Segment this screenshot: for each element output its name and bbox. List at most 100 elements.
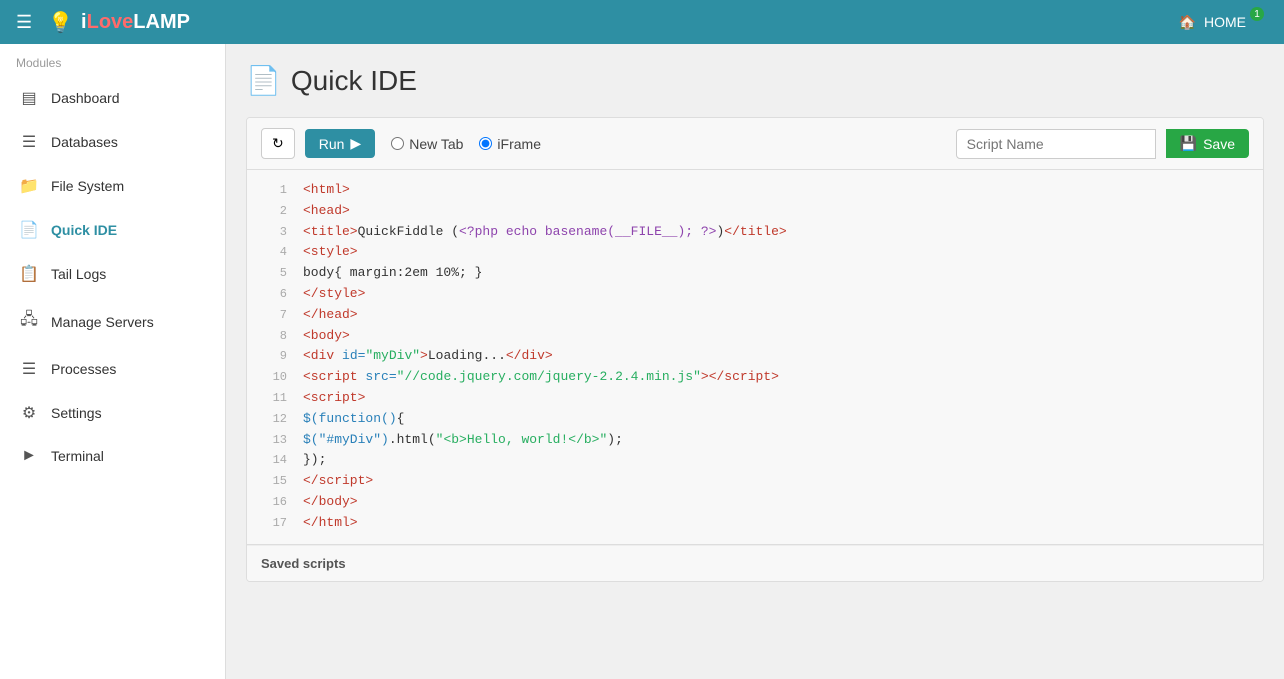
run-button[interactable]: Run ▶ — [305, 129, 375, 158]
home-icon: 🏠 — [1179, 14, 1196, 31]
code-content: </head> — [303, 305, 358, 326]
new-tab-option[interactable]: New Tab — [391, 136, 463, 152]
code-line: 14 }); — [247, 450, 1263, 471]
sidebar-item-manageservers[interactable]: 🖧 Manage Servers — [0, 296, 225, 347]
line-number: 17 — [257, 514, 287, 533]
line-number: 4 — [257, 243, 287, 262]
line-number: 6 — [257, 285, 287, 304]
sidebar-item-processes[interactable]: ☰ Processes — [0, 347, 225, 391]
sidebar-section-label: Modules — [0, 44, 225, 76]
line-number: 2 — [257, 202, 287, 221]
sidebar-item-taillogs[interactable]: 📋 Tail Logs — [0, 252, 225, 296]
iframe-label: iFrame — [497, 136, 541, 152]
iframe-radio[interactable] — [479, 137, 492, 150]
content-area: 📄 Quick IDE ↻ Run ▶ New Tab — [226, 44, 1284, 679]
saved-scripts-bar: Saved scripts — [247, 545, 1263, 581]
code-line: 2 <head> — [247, 201, 1263, 222]
code-content: </style> — [303, 284, 365, 305]
brand-logo: 💡 iLoveLAMP — [48, 10, 190, 35]
sidebar-item-dashboard[interactable]: ▤ Dashboard — [0, 76, 225, 120]
run-icon: ▶ — [350, 135, 361, 152]
brand-text: iLoveLAMP — [81, 11, 190, 34]
new-tab-radio[interactable] — [391, 137, 404, 150]
sidebar-item-label: Quick IDE — [51, 222, 117, 238]
code-line: 13 $("#myDiv").html("<b>Hello, world!</b… — [247, 430, 1263, 451]
processes-icon: ☰ — [19, 359, 39, 379]
databases-icon: ☰ — [19, 132, 39, 152]
code-line: 16 </body> — [247, 492, 1263, 513]
line-number: 12 — [257, 410, 287, 429]
sidebar-item-label: File System — [51, 178, 124, 194]
sidebar-item-filesystem[interactable]: 📁 File System — [0, 164, 225, 208]
code-content: <body> — [303, 326, 350, 347]
line-number: 13 — [257, 431, 287, 450]
home-badge: 1 — [1250, 7, 1264, 21]
code-content: <head> — [303, 201, 350, 222]
new-tab-label: New Tab — [409, 136, 463, 152]
navbar-right: 🏠 HOME 1 — [1179, 14, 1268, 31]
terminal-icon: ► — [19, 447, 39, 465]
save-button[interactable]: 💾 Save — [1166, 129, 1249, 158]
sidebar-item-settings[interactable]: ⚙ Settings — [0, 391, 225, 435]
line-number: 9 — [257, 347, 287, 366]
line-number: 16 — [257, 493, 287, 512]
code-line: 8<body> — [247, 326, 1263, 347]
settings-icon: ⚙ — [19, 403, 39, 423]
sidebar-item-terminal[interactable]: ► Terminal — [0, 435, 225, 477]
code-line: 15 </script> — [247, 471, 1263, 492]
code-content: $(function(){ — [303, 409, 404, 430]
sidebar-item-quickide[interactable]: 📄 Quick IDE — [0, 208, 225, 252]
line-number: 10 — [257, 368, 287, 387]
code-content: <html> — [303, 180, 350, 201]
sidebar-item-label: Dashboard — [51, 90, 120, 106]
code-content: }); — [303, 450, 326, 471]
code-line: 9 <div id="myDiv">Loading...</div> — [247, 346, 1263, 367]
line-number: 1 — [257, 181, 287, 200]
filesystem-icon: 📁 — [19, 176, 39, 196]
sidebar-item-databases[interactable]: ☰ Databases — [0, 120, 225, 164]
refresh-button[interactable]: ↻ — [261, 128, 295, 159]
page-title: Quick IDE — [291, 65, 417, 97]
brand-lamp: LAMP — [133, 11, 190, 33]
code-content: <style> — [303, 242, 358, 263]
code-line: 1 <html> — [247, 180, 1263, 201]
save-label: Save — [1203, 136, 1235, 152]
code-content: <script src="//code.jquery.com/jquery-2.… — [303, 367, 779, 388]
code-content: <script> — [303, 388, 365, 409]
code-line: 17</html> — [247, 513, 1263, 534]
code-line: 11 <script> — [247, 388, 1263, 409]
iframe-option[interactable]: iFrame — [479, 136, 541, 152]
sidebar-item-label: Processes — [51, 361, 116, 377]
sidebar-item-label: Terminal — [51, 448, 104, 464]
line-number: 11 — [257, 389, 287, 408]
sidebar-item-label: Settings — [51, 405, 102, 421]
code-content: body{ margin:2em 10%; } — [303, 263, 482, 284]
brand-love: Love — [87, 11, 134, 33]
code-line: 6 </style> — [247, 284, 1263, 305]
sidebar-item-label: Tail Logs — [51, 266, 106, 282]
code-content: </script> — [303, 471, 373, 492]
line-number: 15 — [257, 472, 287, 491]
line-number: 5 — [257, 264, 287, 283]
save-icon: 💾 — [1180, 135, 1197, 152]
page-header: 📄 Quick IDE — [246, 64, 1264, 97]
code-content: $("#myDiv").html("<b>Hello, world!</b>")… — [303, 430, 623, 451]
saved-scripts-label: Saved scripts — [261, 556, 346, 571]
code-editor[interactable]: 1<html>2<head>3<title>QuickFiddle (<?php… — [247, 170, 1263, 545]
manageservers-icon: 🖧 — [19, 308, 39, 335]
code-line: 5 body{ margin:2em 10%; } — [247, 263, 1263, 284]
ide-toolbar: ↻ Run ▶ New Tab iFrame — [247, 118, 1263, 170]
script-name-input[interactable] — [956, 129, 1156, 159]
code-line: 7</head> — [247, 305, 1263, 326]
code-content: <title>QuickFiddle (<?php echo basename(… — [303, 222, 787, 243]
code-line: 4 <style> — [247, 242, 1263, 263]
navbar: ☰ 💡 iLoveLAMP 🏠 HOME 1 — [0, 0, 1284, 44]
sidebar: Modules ▤ Dashboard ☰ Databases 📁 File S… — [0, 44, 226, 679]
hamburger-icon[interactable]: ☰ — [16, 12, 32, 33]
sidebar-item-label: Manage Servers — [51, 314, 154, 330]
home-label[interactable]: HOME — [1204, 14, 1246, 30]
code-content: </body> — [303, 492, 358, 513]
code-content: <div id="myDiv">Loading...</div> — [303, 346, 553, 367]
brand-icon: 💡 — [48, 10, 73, 35]
output-mode-group: New Tab iFrame — [391, 136, 541, 152]
